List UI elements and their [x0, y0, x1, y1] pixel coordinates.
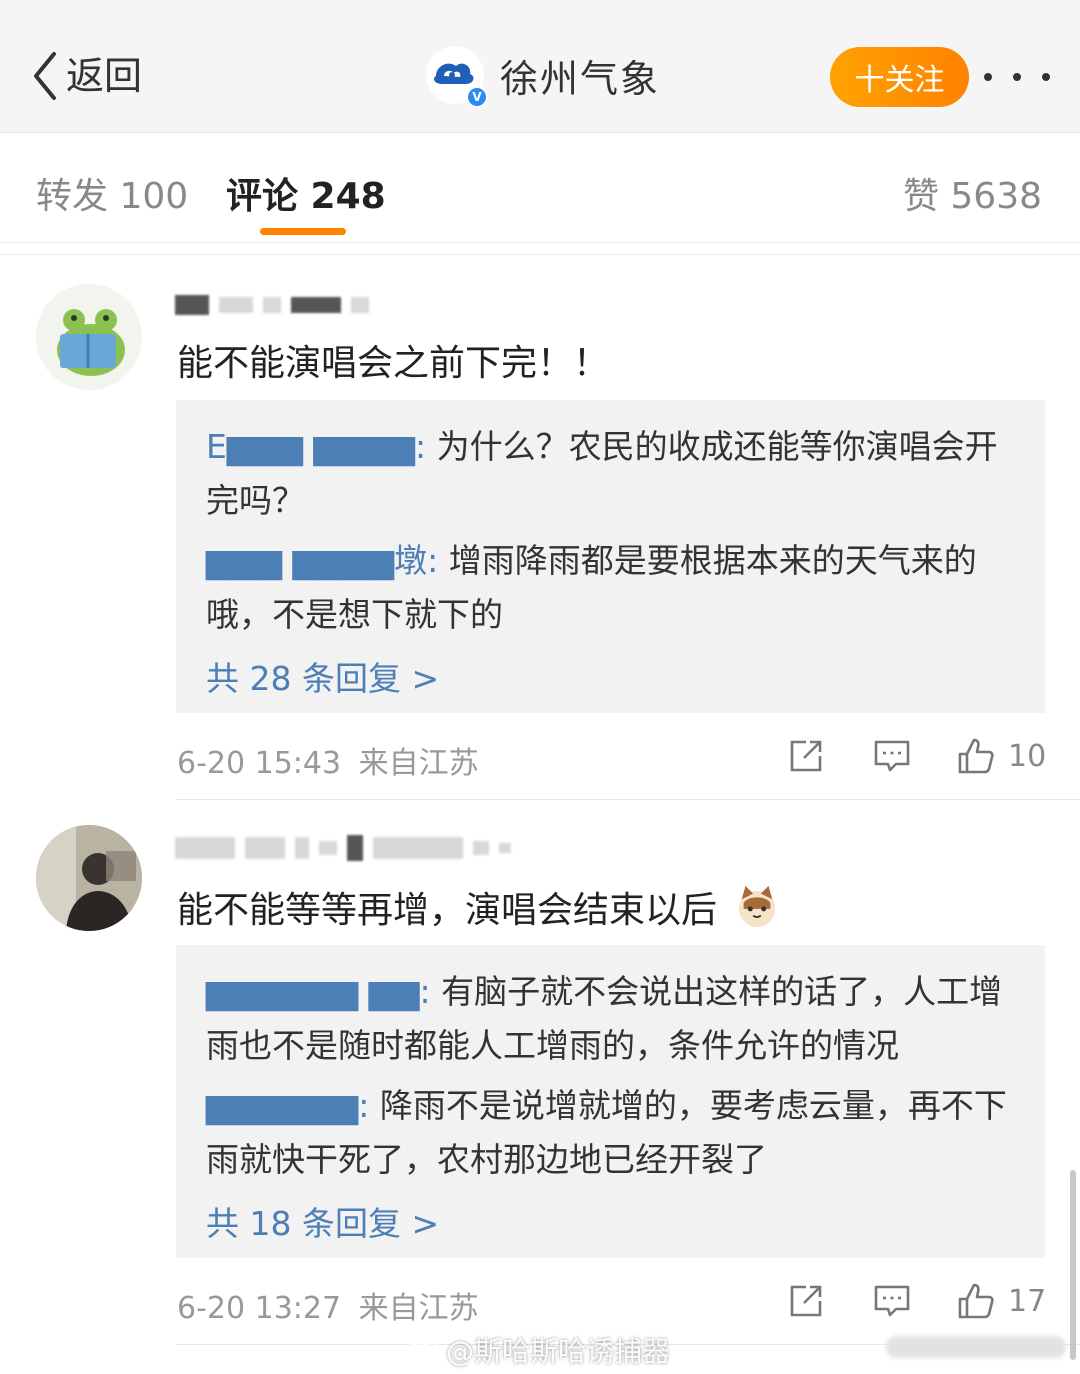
commenter-avatar[interactable]	[36, 284, 142, 390]
view-all-replies-link[interactable]: 共 28 条回复 >	[206, 652, 439, 700]
commenter-avatar[interactable]	[36, 825, 142, 931]
like-button[interactable]: 10	[956, 736, 1046, 776]
account-name[interactable]: 徐州气象	[500, 48, 660, 103]
scrollbar[interactable]	[1070, 1170, 1076, 1360]
view-all-replies-link[interactable]: 共 18 条回复 >	[206, 1197, 439, 1245]
commenter-username-blurred[interactable]	[175, 292, 369, 318]
replies-preview[interactable]: E▆▆▆ ▆▆▆▆: 为什么？农民的收成还能等你演唱会开完吗？ ▆▆▆ ▆▆▆▆…	[176, 400, 1045, 713]
tab-likes[interactable]: 赞 5638	[903, 167, 1042, 219]
verified-badge-icon: V	[466, 86, 488, 108]
comment-divider	[176, 799, 1080, 800]
commenter-username-blurred[interactable]	[175, 835, 511, 861]
back-label: 返回	[66, 54, 143, 98]
comment-icon	[874, 1285, 910, 1317]
tab-comments[interactable]: 评论 248	[226, 167, 386, 219]
share-icon	[790, 1285, 822, 1317]
comment-meta: 6-20 15:43 来自江苏	[177, 738, 479, 782]
chevron-left-icon	[34, 52, 56, 100]
comment-timestamp: 6-20 15:43	[177, 746, 342, 781]
follow-button[interactable]: 十关注	[830, 47, 969, 107]
reply-item[interactable]: E▆▆▆ ▆▆▆▆: 为什么？农民的收成还能等你演唱会开完吗？	[206, 420, 1017, 528]
reply-username[interactable]: E▆▆▆ ▆▆▆▆:	[206, 427, 426, 466]
comment-timestamp: 6-20 13:27	[177, 1291, 342, 1326]
comment-text: 能不能等等再增，演唱会结束以后	[177, 881, 780, 933]
cat-emoji-icon	[739, 885, 776, 928]
reply-username[interactable]: ▆▆▆▆▆▆ ▆▆:	[206, 972, 431, 1011]
share-button[interactable]	[786, 1281, 826, 1321]
account-avatar[interactable]: V	[426, 46, 488, 108]
reply-item[interactable]: ▆▆▆ ▆▆▆▆墩: 增雨降雨都是要根据本来的天气来的哦，不是想下就下的	[206, 534, 1017, 642]
back-button[interactable]: 返回	[30, 50, 142, 102]
more-options-icon[interactable]	[984, 62, 1050, 92]
reply-item[interactable]: ▆▆▆▆▆▆ ▆▆: 有脑子就不会说出这样的话了，人工增雨也不是随时都能人工增雨…	[206, 965, 1017, 1073]
comment-actions: 10	[786, 734, 1046, 778]
section-divider	[0, 254, 1080, 255]
comment-location: 来自江苏	[358, 746, 479, 781]
comment-location: 来自江苏	[358, 1291, 479, 1326]
thumbs-up-icon	[958, 1283, 994, 1319]
reply-button[interactable]	[872, 736, 912, 776]
weibo-logo-icon	[404, 1337, 439, 1365]
watermark: @斯哈斯哈诱捕器	[404, 1330, 670, 1370]
like-count: 17	[1008, 1283, 1047, 1319]
like-count: 10	[1008, 738, 1047, 774]
comment-icon	[874, 740, 910, 772]
watermark-text: @斯哈斯哈诱捕器	[446, 1335, 671, 1368]
home-indicator	[886, 1336, 1066, 1358]
tab-reposts[interactable]: 转发 100	[36, 167, 188, 219]
account-info[interactable]: V 徐州气象	[426, 46, 660, 108]
replies-preview[interactable]: ▆▆▆▆▆▆ ▆▆: 有脑子就不会说出这样的话了，人工增雨也不是随时都能人工增雨…	[176, 945, 1045, 1258]
more-dot	[1042, 73, 1050, 81]
comment-actions: 17	[786, 1279, 1046, 1323]
reply-username[interactable]: ▆▆▆▆▆▆:	[206, 1086, 369, 1125]
comment-text-body: 能不能等等再增，演唱会结束以后	[177, 890, 718, 931]
active-tab-indicator	[260, 228, 346, 235]
comment-text: 能不能演唱会之前下完！！	[177, 343, 610, 384]
like-button[interactable]: 17	[956, 1281, 1046, 1321]
more-dot	[1013, 73, 1021, 81]
top-navigation-bar: 返回 V 徐州气象 十关注	[0, 0, 1080, 133]
person-photo-avatar-icon	[36, 825, 142, 931]
frog-reading-avatar-icon	[36, 284, 142, 390]
more-dot	[984, 73, 992, 81]
share-button[interactable]	[786, 736, 826, 776]
thumbs-up-icon	[958, 738, 994, 774]
post-tabs: 转发 100 评论 248 赞 5638	[0, 133, 1080, 243]
comment-meta: 6-20 13:27 来自江苏	[177, 1283, 479, 1327]
share-icon	[790, 740, 822, 772]
reply-username[interactable]: ▆▆▆ ▆▆▆▆墩:	[206, 541, 438, 580]
reply-item[interactable]: ▆▆▆▆▆▆: 降雨不是说增就增的，要考虑云量，再不下雨就快干死了，农村那边地已…	[206, 1079, 1017, 1187]
reply-button[interactable]	[872, 1281, 912, 1321]
